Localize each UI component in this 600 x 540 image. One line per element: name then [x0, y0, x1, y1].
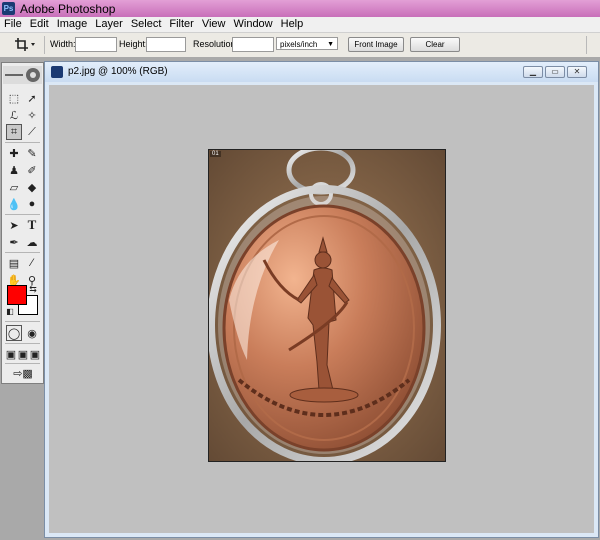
pen-icon[interactable]: ✒	[6, 234, 22, 250]
default-colors-icon[interactable]: ◧	[5, 306, 15, 316]
menu-bar: File Edit Image Layer Select Filter View Window…	[0, 17, 600, 32]
document-title: p2.jpg @ 100% (RGB)	[68, 66, 168, 77]
chevron-down-icon: ▼	[327, 41, 334, 48]
toolbox-divider	[5, 343, 40, 344]
lasso-icon[interactable]: ℒ	[6, 107, 22, 123]
close-icon: ✕	[573, 67, 581, 76]
title-bar: Ps Adobe Photoshop	[0, 0, 600, 17]
photo-tag: 01	[210, 151, 221, 157]
paint-bucket-icon[interactable]: ◆	[24, 179, 40, 195]
resolution-input[interactable]	[232, 37, 274, 52]
menu-layer[interactable]: Layer	[91, 17, 127, 32]
toolbox-header[interactable]	[3, 66, 42, 84]
dodge-icon[interactable]: ●	[24, 196, 40, 212]
history-brush-icon[interactable]: ✐	[24, 162, 40, 178]
standard-mode-icon[interactable]: ◯	[6, 325, 22, 341]
eraser-icon[interactable]: ▱	[6, 179, 22, 195]
eyedropper-icon[interactable]: ⁄	[24, 255, 40, 271]
notes-icon[interactable]: ▤	[6, 255, 22, 271]
slice-icon[interactable]: ⟋	[24, 124, 40, 140]
menu-filter[interactable]: Filter	[165, 17, 197, 32]
close-button[interactable]: ✕	[567, 66, 587, 78]
options-bar: Width: Height: Resolution: pixels/inch ▼…	[0, 32, 600, 58]
minimize-button[interactable]: ▁	[523, 66, 543, 78]
options-separator	[44, 36, 45, 54]
photoshop-logo-icon: Ps	[2, 2, 15, 15]
amulet-medal-image	[209, 150, 445, 461]
custom-shape-icon[interactable]: ☁	[24, 234, 40, 250]
photo-image: 01	[208, 149, 446, 462]
document-icon	[51, 66, 63, 78]
menu-select[interactable]: Select	[127, 17, 166, 32]
toolbox-divider	[5, 321, 40, 322]
width-input[interactable]	[75, 37, 117, 52]
document-title-bar[interactable]: p2.jpg @ 100% (RGB) ▁ ▭ ✕	[45, 62, 598, 82]
screen-mode-full-icon[interactable]: ▣	[29, 346, 41, 362]
crop-icon[interactable]: ⌗	[6, 124, 22, 140]
toolbox-divider	[5, 142, 40, 143]
blur-icon[interactable]: 💧	[6, 196, 22, 212]
menu-edit[interactable]: Edit	[26, 17, 53, 32]
brush-icon[interactable]: ✎	[24, 145, 40, 161]
crop-icon	[15, 38, 35, 51]
toolbox-panel: ⬚ ➚ ℒ ✧ ⌗ ⟋ ✚ ✎ ♟ ✐ ▱ ◆ 💧 ● ➤ T ✒ ☁ ▤ ⁄ …	[1, 62, 44, 384]
clone-stamp-icon[interactable]: ♟	[6, 162, 22, 178]
quick-mask-icon[interactable]: ◉	[24, 325, 40, 341]
width-label: Width:	[50, 39, 76, 49]
clear-button[interactable]: Clear	[410, 37, 460, 52]
healing-brush-icon[interactable]: ✚	[6, 145, 22, 161]
document-window: p2.jpg @ 100% (RGB) ▁ ▭ ✕ 01	[44, 61, 599, 538]
menu-file[interactable]: File	[0, 17, 26, 32]
height-input[interactable]	[146, 37, 186, 52]
toolbox-divider	[5, 252, 40, 253]
height-label: Height:	[119, 39, 148, 49]
toolbox-divider	[5, 214, 40, 215]
resolution-units-select[interactable]: pixels/inch ▼	[276, 37, 338, 50]
menu-help[interactable]: Help	[277, 17, 308, 32]
minimize-icon: ▁	[529, 67, 537, 76]
path-selection-icon[interactable]: ➤	[6, 217, 22, 233]
move-icon[interactable]: ➚	[24, 90, 40, 106]
screen-mode-standard-icon[interactable]: ▣	[5, 346, 17, 362]
foreground-color-swatch[interactable]	[7, 285, 27, 305]
crop-tool-preset-picker[interactable]	[14, 37, 36, 52]
type-icon[interactable]: T	[24, 217, 40, 233]
menu-window[interactable]: Window	[230, 17, 277, 32]
maximize-icon: ▭	[551, 67, 559, 76]
menu-image[interactable]: Image	[53, 17, 92, 32]
maximize-button[interactable]: ▭	[545, 66, 565, 78]
menu-view[interactable]: View	[198, 17, 230, 32]
document-canvas[interactable]: 01	[49, 85, 594, 533]
photoshop-eye-icon	[5, 68, 40, 82]
front-image-button[interactable]: Front Image	[348, 37, 404, 52]
magic-wand-icon[interactable]: ✧	[24, 107, 40, 123]
toolbox-divider	[5, 363, 40, 364]
marquee-icon[interactable]: ⬚	[6, 90, 22, 106]
jump-to-imageready-icon[interactable]: ⇨▩	[8, 365, 38, 381]
options-separator	[586, 36, 587, 54]
screen-mode-full-menu-icon[interactable]: ▣	[17, 346, 29, 362]
app-title: Adobe Photoshop	[20, 2, 116, 16]
swap-colors-icon[interactable]: ⇆	[28, 284, 38, 294]
units-value: pixels/inch	[280, 40, 318, 49]
